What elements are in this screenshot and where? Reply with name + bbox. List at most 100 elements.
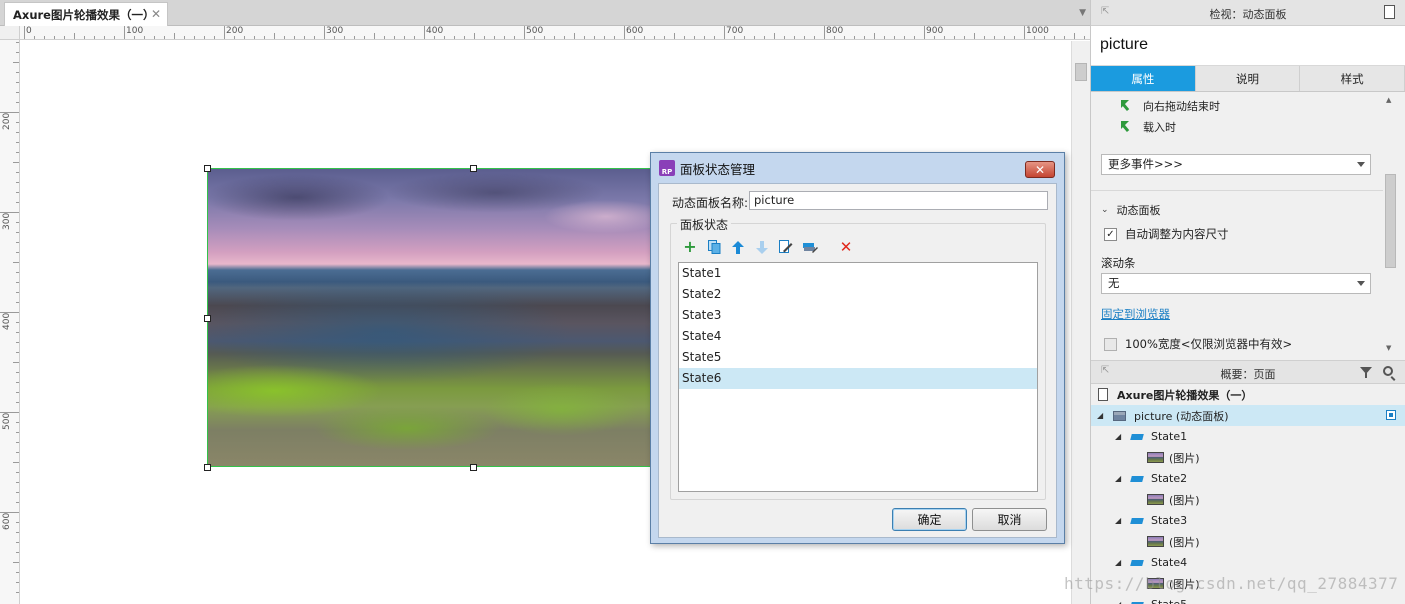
outline-image-row[interactable]: (图片) <box>1091 447 1405 468</box>
ruler-tick <box>16 432 19 433</box>
state-icon <box>1130 517 1144 524</box>
dialog-close-button[interactable]: ✕ <box>1025 161 1055 178</box>
edit-all-states-icon[interactable] <box>802 239 818 255</box>
picture-dynamic-panel[interactable] <box>207 168 651 467</box>
full-width-option[interactable]: 100%宽度<仅限浏览器中有效> <box>1104 336 1292 352</box>
outline-state-row[interactable]: ◢ State5 <box>1091 594 1405 604</box>
state-icon <box>1130 433 1144 440</box>
tab-list-dropdown-icon[interactable]: ▼ <box>1079 8 1086 18</box>
scroll-up-icon[interactable]: ▲ <box>1386 96 1391 104</box>
panel-name-input[interactable]: picture <box>749 191 1048 210</box>
ruler-tick <box>584 36 585 39</box>
outline-panel-row[interactable]: ◢ picture (动态面板) <box>1091 405 1405 426</box>
outline-image-row[interactable]: (图片) <box>1091 489 1405 510</box>
state-list-item[interactable]: State1 <box>679 263 1037 284</box>
ruler-tick <box>13 362 19 363</box>
outline-page-row[interactable]: Axure图片轮播效果（一） <box>1091 384 1405 405</box>
outline-state-name: State2 <box>1151 472 1188 485</box>
state-list-item[interactable]: State2 <box>679 284 1037 305</box>
ruler-tick <box>924 26 925 39</box>
expand-triangle-icon: ◢ <box>1115 432 1122 441</box>
full-width-checkbox[interactable] <box>1104 337 1117 351</box>
outline-title: 概要：页面 <box>1220 368 1276 381</box>
inspector-scrollbar[interactable]: ▲ ▼ <box>1383 92 1398 358</box>
autosize-option[interactable]: ✓ 自动调整为内容尺寸 <box>1104 226 1229 242</box>
landscape-clouds <box>208 169 650 265</box>
resize-handle-bottom-left[interactable] <box>204 464 211 471</box>
resize-handle-top-left[interactable] <box>204 165 211 172</box>
ruler-tick <box>16 392 19 393</box>
resize-handle-middle-left[interactable] <box>204 315 211 322</box>
duplicate-state-icon[interactable] <box>706 239 722 255</box>
outline-state-row[interactable]: ◢ State2 <box>1091 468 1405 489</box>
cancel-button[interactable]: 取消 <box>972 508 1047 531</box>
ruler-tick <box>16 292 19 293</box>
edit-state-icon[interactable] <box>778 239 794 255</box>
widget-name-field[interactable]: picture <box>1091 26 1405 66</box>
outline-state-row[interactable]: ◢ State1 <box>1091 426 1405 447</box>
inspector-scroll-thumb[interactable] <box>1385 174 1396 268</box>
page-notes-icon[interactable] <box>1384 5 1395 19</box>
state-list-item[interactable]: State3 <box>679 305 1037 326</box>
search-icon[interactable] <box>1383 366 1393 376</box>
ruler-tick <box>324 26 325 39</box>
outline-image-row[interactable]: (图片) <box>1091 531 1405 552</box>
ruler-tick <box>664 36 665 39</box>
ruler-tick <box>304 36 305 39</box>
watermark: https://blog.csdn.net/qq_27884377 <box>1064 574 1399 593</box>
event-drag-right-end[interactable]: 向右拖动结束时 <box>1121 97 1220 115</box>
ruler-tick <box>154 36 155 39</box>
outline-state-row[interactable]: ◢ State3 <box>1091 510 1405 531</box>
ruler-tick <box>16 542 19 543</box>
ruler-tick <box>16 42 19 43</box>
dynamic-panel-section-header[interactable]: ⌄ 动态面板 <box>1101 202 1161 218</box>
ruler-tick <box>444 36 445 39</box>
dialog-title: 面板状态管理 <box>680 161 756 177</box>
ruler-tick <box>254 36 255 39</box>
state-list-item[interactable]: State6 <box>679 368 1037 389</box>
state-icon <box>1130 559 1144 566</box>
scrollbar-select[interactable]: 无 <box>1101 273 1371 294</box>
ruler-tick <box>16 92 19 93</box>
scroll-down-icon[interactable]: ▼ <box>1386 344 1391 352</box>
filter-icon[interactable] <box>1360 366 1373 379</box>
ruler-tick <box>624 26 625 39</box>
ruler-tick <box>514 36 515 39</box>
move-up-icon[interactable] <box>730 239 746 255</box>
delete-state-icon[interactable]: ✕ <box>838 239 854 255</box>
outline-state-row[interactable]: ◢ State4 <box>1091 552 1405 573</box>
ruler-label: 400 <box>2 312 12 330</box>
more-events-select[interactable]: 更多事件>>> <box>1101 154 1371 175</box>
pin-to-browser-link[interactable]: 固定到浏览器 <box>1101 306 1170 322</box>
ruler-tick <box>16 152 19 153</box>
tab-properties[interactable]: 属性 <box>1091 66 1196 91</box>
ruler-tick <box>16 282 19 283</box>
tab-close-icon[interactable]: ✕ <box>151 7 161 21</box>
autosize-label: 自动调整为内容尺寸 <box>1125 227 1229 241</box>
ruler-label: 600 <box>2 512 12 530</box>
move-down-icon[interactable] <box>754 239 770 255</box>
panel-visibility-icon[interactable] <box>1386 410 1396 420</box>
add-state-icon[interactable]: + <box>682 239 698 255</box>
document-tab[interactable]: Axure图片轮播效果（一） ✕ <box>4 2 168 26</box>
autosize-checkbox[interactable]: ✓ <box>1104 227 1117 241</box>
tab-style[interactable]: 样式 <box>1300 66 1405 91</box>
ruler-tick <box>384 36 385 39</box>
state-list[interactable]: State1 State2 State3 State4 State5 State6 <box>678 262 1038 492</box>
state-list-item[interactable]: State4 <box>679 326 1037 347</box>
state-list-item[interactable]: State5 <box>679 347 1037 368</box>
ruler-tick <box>1074 33 1075 39</box>
outline-image-label: (图片) <box>1169 535 1200 549</box>
canvas-scroll-thumb[interactable] <box>1075 63 1087 81</box>
ruler-tick <box>1004 36 1005 39</box>
canvas-vertical-scrollbar[interactable] <box>1071 41 1090 604</box>
dialog-titlebar[interactable]: RP 面板状态管理 ✕ <box>651 153 1064 183</box>
ruler-tick <box>164 36 165 39</box>
tab-notes[interactable]: 说明 <box>1195 66 1301 91</box>
ok-button[interactable]: 确定 <box>892 508 967 531</box>
resize-handle-top-middle[interactable] <box>470 165 477 172</box>
resize-handle-bottom-middle[interactable] <box>470 464 477 471</box>
event-on-load[interactable]: 载入时 <box>1121 118 1176 136</box>
ruler-tick <box>414 36 415 39</box>
ruler-tick <box>784 36 785 39</box>
